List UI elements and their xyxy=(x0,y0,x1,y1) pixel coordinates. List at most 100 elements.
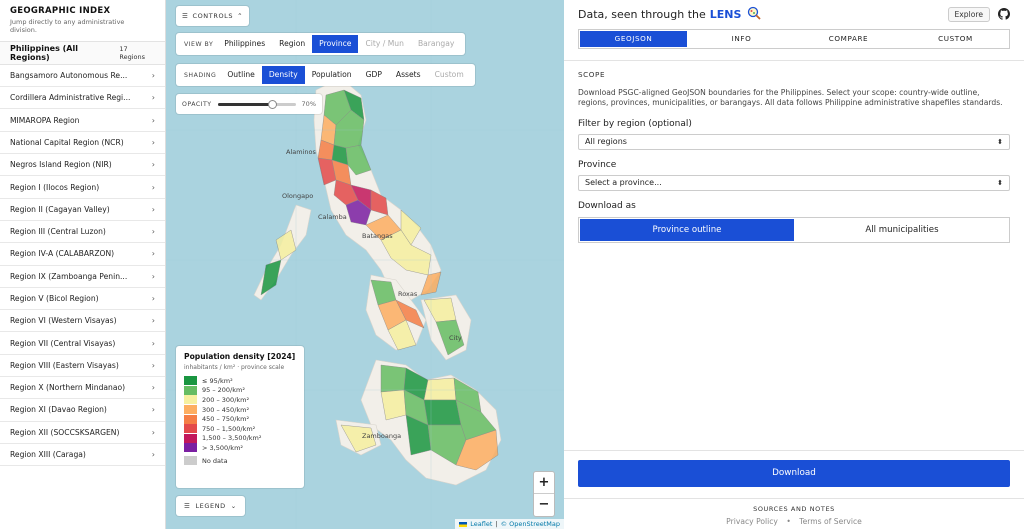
legend-entry: 750 – 1,500/km² xyxy=(184,424,296,434)
controls-toggle-button[interactable]: ☰ CONTROLS ⌃ xyxy=(176,6,250,26)
legend-entry-label: 1,500 – 3,500/km² xyxy=(202,434,262,443)
sidebar-region-item[interactable]: Negros Island Region (NIR) › xyxy=(0,154,165,177)
scope-description: Download PSGC-aligned GeoJSON boundaries… xyxy=(578,88,1003,108)
opacity-slider-thumb[interactable] xyxy=(267,99,277,109)
sources-and-notes-link[interactable]: SOURCES AND NOTES xyxy=(564,505,1024,513)
view-by-option-philippines[interactable]: Philippines xyxy=(217,35,272,53)
sidebar-item-all-regions[interactable]: Philippines (All Regions) 17 Regions xyxy=(0,40,165,65)
updown-chevron-icon: ⬍ xyxy=(997,137,1003,146)
tab-info[interactable]: INFO xyxy=(688,30,795,48)
leaflet-link[interactable]: Leaflet xyxy=(470,520,492,528)
tab-compare[interactable]: COMPARE xyxy=(795,30,902,48)
legend-title: Population density [2024] xyxy=(184,352,296,361)
zoom-control: + − xyxy=(533,471,555,517)
sidebar-region-item[interactable]: Region II (Cagayan Valley) › xyxy=(0,199,165,221)
legend-button-label: LEGEND xyxy=(195,502,226,510)
sidebar-region-item[interactable]: National Capital Region (NCR) › xyxy=(0,132,165,155)
chevron-right-icon: › xyxy=(151,360,155,370)
shading-option-assets[interactable]: Assets xyxy=(389,66,428,84)
legend-swatch xyxy=(184,405,197,415)
sidebar-region-item[interactable]: MIMAROPA Region › xyxy=(0,109,165,132)
chevron-right-icon: › xyxy=(151,249,155,259)
view-by-option-barangay[interactable]: Barangay xyxy=(411,35,461,53)
density-legend: Population density [2024] inhabitants / … xyxy=(176,346,304,488)
map-label-olongapo: Olongapo xyxy=(282,192,314,200)
sidebar-region-label: National Capital Region (NCR) xyxy=(10,137,124,147)
app-root: GEOGRAPHIC INDEX Jump directly to any ad… xyxy=(0,0,1024,529)
shading-option-custom[interactable]: Custom xyxy=(428,66,471,84)
sidebar-region-item[interactable]: Region XII (SOCCSKSARGEN) › xyxy=(0,422,165,444)
map-attribution: Leaflet | © OpenStreetMap xyxy=(455,519,564,529)
map-label-zamboanga: Zamboanga xyxy=(362,432,402,440)
sidebar-region-label: Bangsamoro Autonomous Re... xyxy=(10,71,128,81)
sidebar-title: GEOGRAPHIC INDEX xyxy=(10,6,111,16)
sidebar-region-item[interactable]: Region X (Northern Mindanao) › xyxy=(0,377,165,400)
legend-entry-label: ≤ 95/km² xyxy=(202,376,233,385)
legend-swatch xyxy=(184,414,197,424)
shading-option-gdp[interactable]: GDP xyxy=(359,66,389,84)
chevron-down-icon: ⌄ xyxy=(230,502,237,510)
footer-separator: • xyxy=(786,517,791,526)
sidebar-region-item[interactable]: Region VIII (Eastern Visayas) › xyxy=(0,355,165,378)
chevron-right-icon: › xyxy=(151,338,155,348)
shading-option-density[interactable]: Density xyxy=(261,66,305,84)
chevron-right-icon: › xyxy=(151,293,155,303)
region-list: Bangsamoro Autonomous Re... › Cordillera A… xyxy=(0,65,165,467)
view-by-control: VIEW BY Philippines Region Province City / … xyxy=(176,33,466,55)
chevron-up-icon: ⌃ xyxy=(237,12,244,20)
sidebar-region-item[interactable]: Cordillera Administrative Regi... › xyxy=(0,87,165,110)
tab-geojson[interactable]: GEOJSON xyxy=(580,31,687,47)
sidebar-region-item[interactable]: Region XIII (Caraga) › xyxy=(0,444,165,467)
region-select[interactable]: All regions ⬍ xyxy=(578,133,1010,150)
sidebar-region-item[interactable]: Region V (Bicol Region) › xyxy=(0,288,165,311)
chevron-right-icon: › xyxy=(151,316,155,326)
legend-entry-label: 750 – 1,500/km² xyxy=(202,424,256,433)
openstreetmap-link[interactable]: © OpenStreetMap xyxy=(501,520,560,528)
chevron-right-icon: › xyxy=(151,271,155,281)
zoom-out-button[interactable]: − xyxy=(534,494,554,516)
ukraine-flag-icon xyxy=(459,521,468,527)
chevron-right-icon: › xyxy=(151,71,155,81)
map-label-roxas: Roxas xyxy=(398,290,418,298)
sidebar-region-item[interactable]: Region VI (Western Visayas) › xyxy=(0,310,165,333)
chevron-right-icon: › xyxy=(151,160,155,170)
sidebar-region-item[interactable]: Region I (Ilocos Region) › xyxy=(0,176,165,199)
map-view[interactable]: Alaminos Olongapo Calamba Batangas Roxas… xyxy=(166,0,564,529)
sidebar-region-label: Region I (Ilocos Region) xyxy=(10,182,100,192)
download-option-province-outline[interactable]: Province outline xyxy=(580,218,794,241)
sidebar-region-item[interactable]: Bangsamoro Autonomous Re... › xyxy=(0,65,165,88)
sidebar-region-label: Cordillera Administrative Regi... xyxy=(10,93,131,103)
view-by-option-region[interactable]: Region xyxy=(272,35,312,53)
legend-toggle-button[interactable]: ☰ LEGEND ⌄ xyxy=(176,496,245,516)
shading-option-outline[interactable]: Outline xyxy=(220,66,261,84)
privacy-policy-link[interactable]: Privacy Policy xyxy=(726,517,778,526)
download-option-all-municipalities[interactable]: All municipalities xyxy=(795,218,1009,242)
zoom-in-button[interactable]: + xyxy=(534,472,554,494)
region-count: 17 Regions xyxy=(119,44,145,61)
view-by-option-province[interactable]: Province xyxy=(312,35,359,53)
legend-entry: ≤ 95/km² xyxy=(184,376,296,386)
chevron-right-icon: › xyxy=(151,383,155,393)
explore-button[interactable]: Explore xyxy=(947,6,990,22)
legend-entry-label: 300 – 450/km² xyxy=(202,405,250,414)
download-button[interactable]: Download xyxy=(578,460,1010,487)
right-panel: Data, seen through the LENS Explore GEOJ… xyxy=(564,0,1024,529)
shading-option-population[interactable]: Population xyxy=(305,66,359,84)
sidebar-region-item[interactable]: Region XI (Davao Region) › xyxy=(0,399,165,422)
legend-entry-label: 200 – 300/km² xyxy=(202,395,250,404)
map-label-calamba: Calamba xyxy=(318,213,347,221)
shading-label: SHADING xyxy=(184,71,217,79)
sidebar-region-item[interactable]: Region IV-A (CALABARZON) › xyxy=(0,243,165,266)
sidebar-region-item[interactable]: Region IX (Zamboanga Penin... › xyxy=(0,266,165,288)
opacity-slider[interactable] xyxy=(217,99,296,109)
sidebar-region-item[interactable]: Region III (Central Luzon) › xyxy=(0,221,165,244)
region-select-value: All regions xyxy=(585,137,627,146)
sidebar-region-item[interactable]: Region VII (Central Visayas) › xyxy=(0,332,165,355)
github-icon[interactable] xyxy=(998,5,1010,24)
shading-control: SHADING Outline Density Population GDP Asset… xyxy=(176,64,475,86)
tab-custom[interactable]: CUSTOM xyxy=(902,30,1009,48)
view-by-option-city-mun[interactable]: City / Mun xyxy=(358,35,410,53)
legend-entry: 200 – 300/km² xyxy=(184,395,296,405)
terms-of-service-link[interactable]: Terms of Service xyxy=(799,517,862,526)
province-select[interactable]: Select a province... ⬍ xyxy=(578,174,1010,191)
